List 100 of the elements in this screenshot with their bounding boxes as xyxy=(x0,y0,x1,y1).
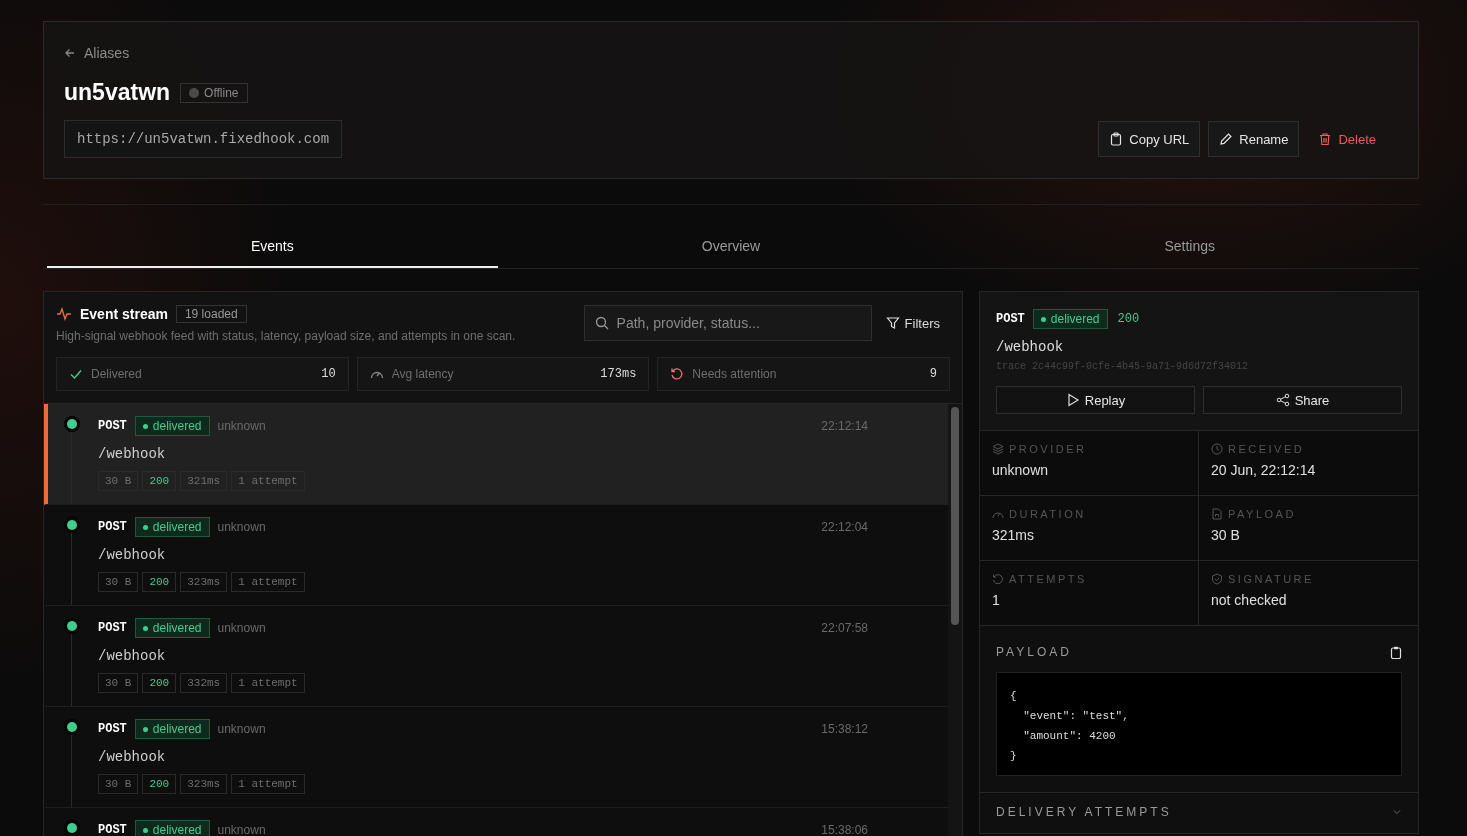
layers-icon xyxy=(992,443,1004,455)
http-method: POST xyxy=(98,621,127,635)
timeline-dot xyxy=(67,722,77,732)
timeline-dot xyxy=(67,520,77,530)
field-value: 321ms xyxy=(992,527,1036,543)
provider-label: unknown xyxy=(217,520,266,534)
meta-tag: 30 B xyxy=(98,673,139,693)
clock-icon xyxy=(1211,443,1223,455)
provider-label: unknown xyxy=(217,621,266,635)
copy-payload-button[interactable] xyxy=(1390,645,1402,659)
field-value: unknown xyxy=(992,462,1050,478)
status-badge: delivered xyxy=(134,719,210,739)
meta-tag: 1 attempt xyxy=(231,572,305,592)
loaded-count: 19 loaded xyxy=(175,305,247,323)
status-badge: delivered xyxy=(134,820,210,836)
timeline-dot xyxy=(67,621,77,631)
chevron-icon xyxy=(1392,807,1402,817)
field-label: RECEIVED xyxy=(1228,443,1305,455)
field-label: PAYLOAD xyxy=(1228,508,1296,520)
scrollbar[interactable] xyxy=(948,404,962,836)
field-value: 20 Jun, 22:12:14 xyxy=(1211,462,1317,478)
field-value: 1 xyxy=(992,592,1001,608)
pulse-icon xyxy=(56,307,72,321)
meta-tag: 30 B xyxy=(98,774,139,794)
clipboard-icon xyxy=(1109,132,1124,146)
share-button[interactable]: Share xyxy=(1203,386,1402,414)
status-badge: delivered xyxy=(134,416,210,436)
clipboard-icon xyxy=(1390,645,1402,659)
event-row[interactable]: POST delivered unknown 22:12:04 /webhook 30 B 200 323ms 1 attempt xyxy=(44,505,948,606)
event-time: 22:12:04 xyxy=(821,520,868,534)
http-method: POST xyxy=(98,419,127,433)
filters-button[interactable]: Filters xyxy=(883,305,950,341)
meta-tag: 321ms xyxy=(180,471,228,491)
url-field: https://un5vatwn.fixedhook.com xyxy=(64,120,343,158)
meta-tag: 30 B xyxy=(98,572,139,592)
http-method: POST xyxy=(996,312,1025,326)
payload-code: { "event": "test", "amount": 4200 } xyxy=(996,672,1402,776)
event-path: /webhook xyxy=(98,547,167,563)
stat-value: 10 xyxy=(321,367,336,381)
http-method: POST xyxy=(98,520,127,534)
provider-label: unknown xyxy=(217,823,266,836)
field-value: not checked xyxy=(1211,592,1288,608)
alias-name: un5vatwn xyxy=(64,79,171,106)
event-row[interactable]: POST delivered unknown 22:12:14 /webhook 30 B 200 321ms 1 attempt xyxy=(44,404,948,505)
field-label: PROVIDER xyxy=(1009,443,1087,455)
http-method: POST xyxy=(98,823,127,836)
meta-tag: 323ms xyxy=(180,572,228,592)
meta-tag: 323ms xyxy=(180,774,228,794)
replay-button[interactable]: Replay xyxy=(996,386,1195,414)
stat-value: 173ms xyxy=(600,367,637,381)
timeline-dot xyxy=(67,823,77,833)
panel-title: Event stream xyxy=(80,306,168,322)
delete-button[interactable]: Delete xyxy=(1307,121,1387,157)
event-row[interactable]: POST delivered unknown 15:38:06 xyxy=(44,808,948,836)
status-badge: delivered xyxy=(134,517,210,537)
timeline-dot xyxy=(67,419,77,429)
tab[interactable]: Events xyxy=(47,229,498,268)
event-time: 22:07:58 xyxy=(821,621,868,635)
stat-label: Delivered xyxy=(91,367,143,381)
meta-tag: 332ms xyxy=(180,673,228,693)
copy-button[interactable]: Copy URL xyxy=(1098,121,1201,157)
event-path: /webhook xyxy=(98,648,167,664)
provider-label: unknown xyxy=(217,419,266,433)
file-icon xyxy=(1211,508,1223,520)
event-row[interactable]: POST delivered unknown 22:07:58 /webhook 30 B 200 332ms 1 attempt xyxy=(44,606,948,707)
field-label: SIGNATURE xyxy=(1228,573,1314,585)
play-icon xyxy=(1065,393,1080,407)
meta-tag: 200 xyxy=(142,774,177,794)
search-field[interactable]: Path, provider, status... xyxy=(583,305,872,341)
status-badge: Offline xyxy=(180,82,248,103)
event-time: 15:38:06 xyxy=(821,823,868,836)
tab[interactable]: Settings xyxy=(964,229,1415,268)
meta-tag: 1 attempt xyxy=(231,774,305,794)
event-path: /webhook xyxy=(98,749,167,765)
status-code: 200 xyxy=(1117,312,1140,326)
check-icon xyxy=(69,367,83,381)
back-link[interactable]: Aliases xyxy=(64,45,343,61)
event-row[interactable]: POST delivered unknown 15:38:12 /webhook 30 B 200 323ms 1 attempt xyxy=(44,707,948,808)
filter-icon xyxy=(885,316,900,330)
stat-label: Avg latency xyxy=(391,367,455,381)
meta-tag: 30 B xyxy=(98,471,139,491)
shield-icon xyxy=(1211,573,1223,585)
stat-label: Needs attention xyxy=(692,367,778,381)
rename-button[interactable]: Rename xyxy=(1208,121,1300,157)
event-time: 15:38:12 xyxy=(821,722,868,736)
trash-icon xyxy=(1318,132,1333,146)
section-title: PAYLOAD xyxy=(996,645,1072,659)
meta-tag: 200 xyxy=(142,673,177,693)
status-badge: delivered xyxy=(134,618,210,638)
provider-label: unknown xyxy=(217,722,266,736)
meta-tag: 200 xyxy=(142,471,177,491)
section-title: DELIVERY ATTEMPTS xyxy=(996,805,1172,819)
panel-subtitle: High-signal webhook feed with status, latency, payload size, and attempts in one scan. xyxy=(56,329,517,343)
field-label: DURATION xyxy=(1009,508,1086,520)
pencil-icon xyxy=(1219,132,1234,146)
retry-icon xyxy=(670,367,685,381)
meta-tag: 1 attempt xyxy=(231,673,305,693)
event-time: 22:12:14 xyxy=(821,419,868,433)
event-path: /webhook xyxy=(996,339,1065,355)
tab[interactable]: Overview xyxy=(505,229,957,268)
